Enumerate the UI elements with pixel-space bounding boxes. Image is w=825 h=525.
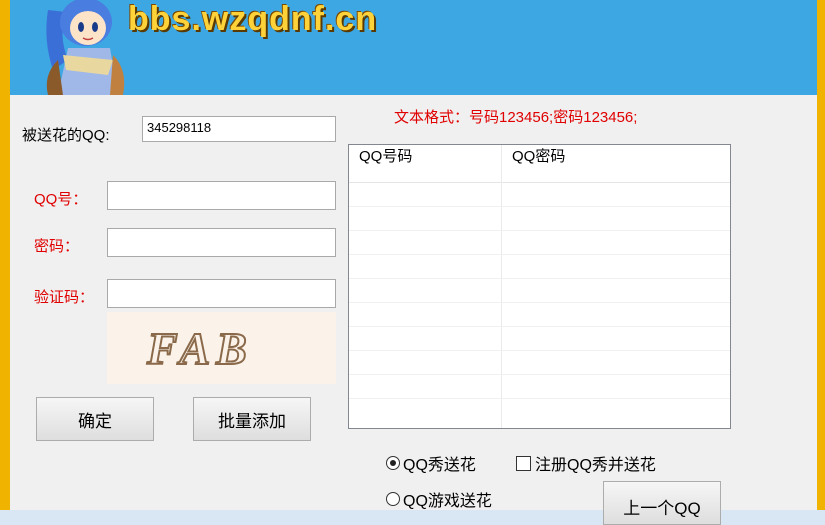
radio-selected-icon xyxy=(386,456,400,470)
next-qq-button[interactable]: 上一个QQ xyxy=(603,481,721,525)
table-row xyxy=(349,350,730,351)
captcha-label: 验证码： xyxy=(34,289,95,306)
table-row xyxy=(349,374,730,375)
column-divider xyxy=(501,145,502,428)
column-header-qq-password[interactable]: QQ密码 xyxy=(502,145,728,182)
table-row xyxy=(349,230,730,231)
captcha-image[interactable]: FAB xyxy=(107,312,336,384)
table-row xyxy=(349,206,730,207)
password-label: 密码： xyxy=(34,238,80,255)
captcha-graphic: FAB xyxy=(145,322,253,375)
qq-number-input[interactable] xyxy=(107,181,336,210)
checkbox-register-flower[interactable]: 注册QQ秀并送花 xyxy=(516,451,656,475)
window-border-left xyxy=(0,0,10,510)
captcha-input[interactable] xyxy=(107,279,336,308)
header-banner: bbs.wzqdnf.cn xyxy=(10,0,817,95)
table-row xyxy=(349,254,730,255)
captcha-glyphs: FAB xyxy=(146,323,253,374)
table-row xyxy=(349,302,730,303)
checkbox-icon xyxy=(516,455,531,471)
account-list-table[interactable]: QQ号码 QQ密码 xyxy=(348,144,731,429)
recipient-qq-input[interactable]: 345298118 xyxy=(142,116,336,142)
table-row xyxy=(349,326,730,327)
radio-game-flower-label: QQ游戏送花 xyxy=(403,493,492,510)
password-input[interactable] xyxy=(107,228,336,257)
radio-unselected-icon xyxy=(386,492,400,506)
radio-show-flower[interactable]: QQ秀送花 xyxy=(386,451,476,475)
qq-number-label: QQ号： xyxy=(34,191,88,208)
table-header: QQ号码 QQ密码 xyxy=(349,145,730,183)
banner-site-text: bbs.wzqdnf.cn xyxy=(128,0,378,38)
radio-game-flower[interactable]: QQ游戏送花 xyxy=(386,487,492,511)
confirm-button[interactable]: 确定 xyxy=(36,397,154,441)
format-hint: 文本格式：号码123456;密码123456; xyxy=(394,109,638,126)
recipient-label: 被送花的QQ: xyxy=(22,127,110,144)
column-header-qq-number[interactable]: QQ号码 xyxy=(349,145,501,182)
mascot-image xyxy=(46,0,125,95)
batch-add-button[interactable]: 批量添加 xyxy=(193,397,311,441)
table-row xyxy=(349,278,730,279)
main-window: bbs.wzqdnf.cn 文本格式：号码123456;密码123456; 被送… xyxy=(0,0,825,525)
table-row xyxy=(349,398,730,399)
window-border-right xyxy=(817,0,825,510)
radio-show-flower-label: QQ秀送花 xyxy=(403,457,476,474)
checkbox-register-flower-label: 注册QQ秀并送花 xyxy=(535,457,656,474)
